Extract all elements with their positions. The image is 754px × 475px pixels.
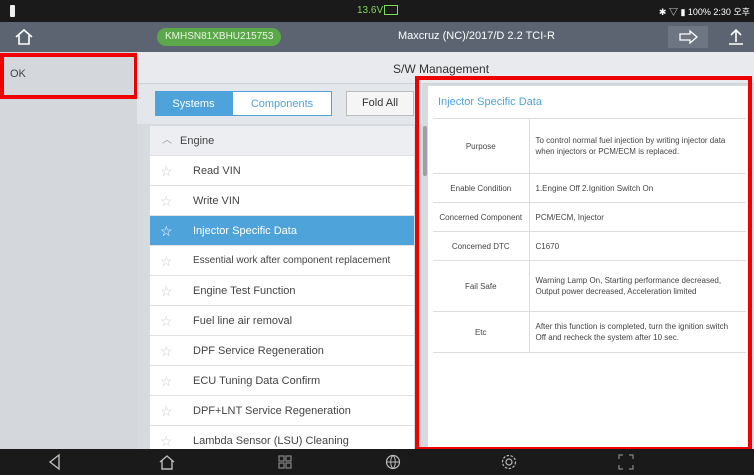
voltage-readout: 13.6V <box>357 5 384 16</box>
chevron-up-icon: ︿ <box>162 135 172 146</box>
star-icon[interactable]: ☆ <box>160 156 173 186</box>
list-item[interactable]: ☆ Fuel line air removal <box>150 306 414 336</box>
arrow-right-icon <box>679 29 698 45</box>
tabs-area: Systems Components Fold All <box>137 84 422 124</box>
vin-badge: KMHSN81XBHU215753 <box>157 28 282 46</box>
highlight-box-detail <box>415 76 752 451</box>
page-title: S/W Management <box>393 62 490 76</box>
function-list: ︿ Engine ☆ Read VIN ☆ Write VIN ☆ Inject… <box>150 126 414 449</box>
home-icon <box>15 28 33 45</box>
left-panel: OK <box>0 52 137 449</box>
list-item[interactable]: ☆ ECU Tuning Data Confirm <box>150 366 414 396</box>
title-bar: KMHSN81XBHU215753 Maxcruz (NC)/2017/D 2.… <box>0 22 754 52</box>
list-item[interactable]: ☆ Write VIN <box>150 186 414 216</box>
tab-systems[interactable]: Systems <box>155 91 232 116</box>
star-icon[interactable]: ☆ <box>160 306 173 336</box>
list-item[interactable]: ☆ Essential work after component replace… <box>150 246 414 276</box>
star-icon[interactable]: ☆ <box>160 186 173 216</box>
navigation-bar <box>0 449 754 475</box>
star-icon[interactable]: ☆ <box>160 336 173 366</box>
fold-all-button[interactable]: Fold All <box>346 91 414 116</box>
list-item-selected[interactable]: ☆ Injector Specific Data <box>150 216 414 246</box>
highlight-box-ok <box>0 53 138 99</box>
settings-gear-icon[interactable] <box>500 453 518 471</box>
vehicle-battery-icon <box>384 5 398 15</box>
forward-button[interactable] <box>668 26 708 48</box>
status-indicator-icon <box>10 5 15 17</box>
export-button[interactable] <box>726 27 746 47</box>
tab-components[interactable]: Components <box>232 91 332 116</box>
list-item[interactable]: ☆ Lambda Sensor (LSU) Cleaning <box>150 426 414 449</box>
app-window: 13.6V ✱ ▽ ▮ 100% 2:30 오후 KMHSN81XBHU2157… <box>0 0 754 475</box>
star-icon[interactable]: ☆ <box>160 366 173 396</box>
vehicle-info: Maxcruz (NC)/2017/D 2.2 TCI-R <box>398 30 555 42</box>
system-status: ✱ ▽ ▮ 100% 2:30 오후 <box>658 7 750 17</box>
star-icon[interactable]: ☆ <box>160 276 173 306</box>
list-section-engine[interactable]: ︿ Engine <box>150 126 414 156</box>
list-item[interactable]: ☆ Read VIN <box>150 156 414 186</box>
back-icon[interactable] <box>46 453 64 471</box>
apps-grid-icon[interactable] <box>276 453 294 471</box>
list-item[interactable]: ☆ DPF Service Regeneration <box>150 336 414 366</box>
star-icon[interactable]: ☆ <box>160 216 173 246</box>
star-icon[interactable]: ☆ <box>160 246 173 276</box>
home-nav-icon[interactable] <box>158 453 176 471</box>
list-item[interactable]: ☆ DPF+LNT Service Regeneration <box>150 396 414 426</box>
star-icon[interactable]: ☆ <box>160 426 173 449</box>
status-bar: 13.6V ✱ ▽ ▮ 100% 2:30 오후 <box>0 0 754 22</box>
screenshot-icon[interactable] <box>617 453 635 471</box>
home-button[interactable] <box>14 27 34 47</box>
export-icon <box>729 28 743 45</box>
globe-icon[interactable] <box>384 453 402 471</box>
star-icon[interactable]: ☆ <box>160 396 173 426</box>
list-item[interactable]: ☆ Engine Test Function <box>150 276 414 306</box>
